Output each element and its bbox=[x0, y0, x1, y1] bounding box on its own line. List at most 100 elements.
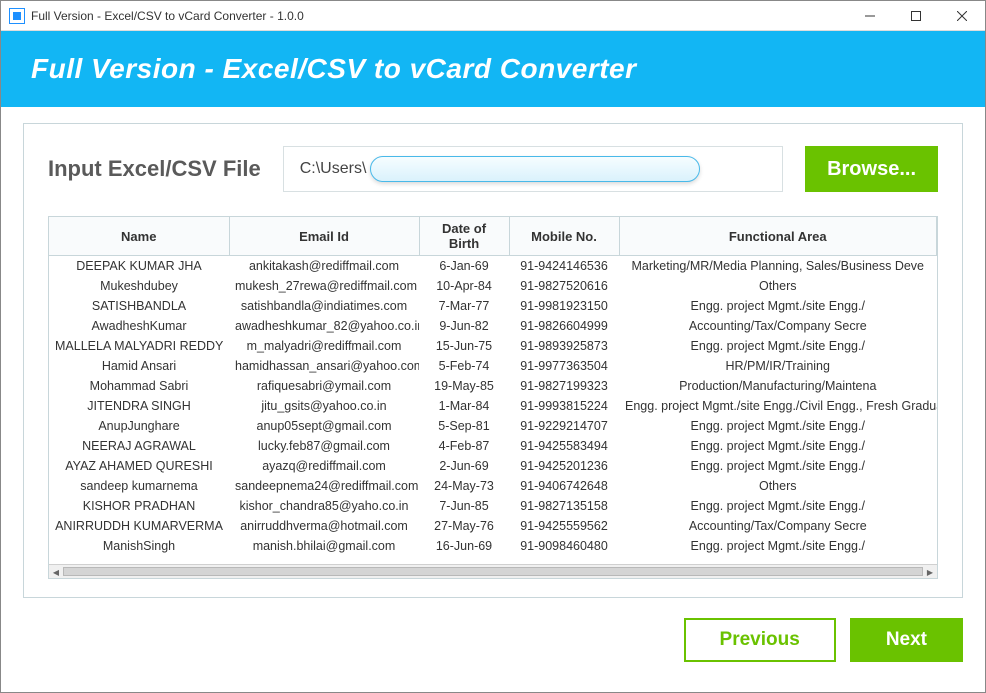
main-panel: Input Excel/CSV File C:\Users\ Browse...… bbox=[23, 123, 963, 598]
cell-func: Engg. project Mgmt./site Engg./ bbox=[619, 296, 937, 316]
minimize-button[interactable] bbox=[847, 1, 893, 31]
table-row[interactable]: AwadheshKumarawadheshkumar_82@yahoo.co.i… bbox=[49, 316, 937, 336]
cell-name: ManishSingh bbox=[49, 536, 229, 556]
col-header-mobile[interactable]: Mobile No. bbox=[509, 217, 619, 256]
cell-dob: 7-Mar-77 bbox=[419, 296, 509, 316]
cell-email: awadheshkumar_82@yahoo.co.in bbox=[229, 316, 419, 336]
col-header-functional[interactable]: Functional Area bbox=[619, 217, 937, 256]
cell-func: Engg. project Mgmt./site Engg./ bbox=[619, 456, 937, 476]
table-row[interactable]: MALLELA MALYADRI REDDYm_malyadri@rediffm… bbox=[49, 336, 937, 356]
cell-dob: 9-Jun-82 bbox=[419, 316, 509, 336]
cell-name: Mohammad Sabri bbox=[49, 376, 229, 396]
table-row[interactable]: JITENDRA SINGHjitu_gsits@yahoo.co.in1-Ma… bbox=[49, 396, 937, 416]
cell-mobile: 91-9425583494 bbox=[509, 436, 619, 456]
cell-email: mukesh_27rewa@rediffmail.com bbox=[229, 276, 419, 296]
cell-mobile: 91-9425201236 bbox=[509, 456, 619, 476]
window-title: Full Version - Excel/CSV to vCard Conver… bbox=[31, 9, 847, 23]
cell-email: hamidhassan_ansari@yahoo.com bbox=[229, 356, 419, 376]
cell-name: AYAZ AHAMED QURESHI bbox=[49, 456, 229, 476]
cell-func: Accounting/Tax/Company Secre bbox=[619, 316, 937, 336]
data-table-container: Name Email Id Date of Birth Mobile No. F… bbox=[48, 216, 938, 579]
cell-name: DEEPAK KUMAR JHA bbox=[49, 256, 229, 277]
cell-dob: 1-Mar-84 bbox=[419, 396, 509, 416]
cell-dob: 24-May-73 bbox=[419, 476, 509, 496]
cell-func: Engg. project Mgmt./site Engg./ bbox=[619, 536, 937, 556]
cell-dob: 10-Apr-84 bbox=[419, 276, 509, 296]
cell-name: MALLELA MALYADRI REDDY bbox=[49, 336, 229, 356]
cell-name: AnupJunghare bbox=[49, 416, 229, 436]
cell-dob: 15-Jun-75 bbox=[419, 336, 509, 356]
cell-email: sandeepnema24@rediffmail.com bbox=[229, 476, 419, 496]
cell-func: Engg. project Mgmt./site Engg./ bbox=[619, 416, 937, 436]
cell-email: jitu_gsits@yahoo.co.in bbox=[229, 396, 419, 416]
cell-email: m_malyadri@rediffmail.com bbox=[229, 336, 419, 356]
cell-dob: 5-Sep-81 bbox=[419, 416, 509, 436]
file-path-prefix: C:\Users\ bbox=[300, 160, 367, 178]
col-header-email[interactable]: Email Id bbox=[229, 217, 419, 256]
file-path-input[interactable]: C:\Users\ bbox=[283, 146, 783, 192]
cell-mobile: 91-9993815224 bbox=[509, 396, 619, 416]
close-button[interactable] bbox=[939, 1, 985, 31]
horizontal-scrollbar[interactable]: ◀ ▶ bbox=[49, 564, 937, 578]
redacted-path bbox=[370, 156, 700, 182]
cell-email: satishbandla@indiatimes.com bbox=[229, 296, 419, 316]
table-scroll[interactable]: Name Email Id Date of Birth Mobile No. F… bbox=[49, 217, 937, 564]
cell-mobile: 91-9827520616 bbox=[509, 276, 619, 296]
table-row[interactable]: NEERAJ AGRAWALlucky.feb87@gmail.com4-Feb… bbox=[49, 436, 937, 456]
table-row[interactable]: KISHOR PRADHANkishor_chandra85@yaho.co.i… bbox=[49, 496, 937, 516]
table-row[interactable]: ManishSinghmanish.bhilai@gmail.com16-Jun… bbox=[49, 536, 937, 556]
cell-func: HR/PM/IR/Training bbox=[619, 356, 937, 376]
cell-mobile: 91-9424146536 bbox=[509, 256, 619, 277]
next-button[interactable]: Next bbox=[850, 618, 963, 662]
header-banner: Full Version - Excel/CSV to vCard Conver… bbox=[1, 31, 985, 107]
cell-mobile: 91-9827199323 bbox=[509, 376, 619, 396]
table-row[interactable]: Mukeshdubeymukesh_27rewa@rediffmail.com1… bbox=[49, 276, 937, 296]
cell-func: Accounting/Tax/Company Secre bbox=[619, 516, 937, 536]
cell-name: Mukeshdubey bbox=[49, 276, 229, 296]
browse-button[interactable]: Browse... bbox=[805, 146, 938, 192]
cell-name: KISHOR PRADHAN bbox=[49, 496, 229, 516]
cell-name: JITENDRA SINGH bbox=[49, 396, 229, 416]
cell-dob: 16-Jun-69 bbox=[419, 536, 509, 556]
cell-func: Engg. project Mgmt./site Engg./ bbox=[619, 436, 937, 456]
previous-button[interactable]: Previous bbox=[684, 618, 836, 662]
cell-mobile: 91-9229214707 bbox=[509, 416, 619, 436]
table-row[interactable]: sandeep kumarnemasandeepnema24@rediffmai… bbox=[49, 476, 937, 496]
table-row[interactable]: SATISHBANDLAsatishbandla@indiatimes.com7… bbox=[49, 296, 937, 316]
col-header-dob[interactable]: Date of Birth bbox=[419, 217, 509, 256]
cell-dob: 4-Feb-87 bbox=[419, 436, 509, 456]
maximize-button[interactable] bbox=[893, 1, 939, 31]
col-header-name[interactable]: Name bbox=[49, 217, 229, 256]
cell-func: Engg. project Mgmt./site Engg./ bbox=[619, 496, 937, 516]
cell-name: NEERAJ AGRAWAL bbox=[49, 436, 229, 456]
scroll-right-icon[interactable]: ▶ bbox=[923, 565, 937, 579]
input-file-label: Input Excel/CSV File bbox=[48, 156, 261, 182]
cell-email: rafiquesabri@ymail.com bbox=[229, 376, 419, 396]
footer-buttons: Previous Next bbox=[23, 618, 963, 662]
cell-email: lucky.feb87@gmail.com bbox=[229, 436, 419, 456]
table-row[interactable]: ANIRRUDDH KUMARVERMAanirruddhverma@hotma… bbox=[49, 516, 937, 536]
scroll-left-icon[interactable]: ◀ bbox=[49, 565, 63, 579]
table-row[interactable]: Hamid Ansarihamidhassan_ansari@yahoo.com… bbox=[49, 356, 937, 376]
cell-func: Marketing/MR/Media Planning, Sales/Busin… bbox=[619, 256, 937, 277]
cell-email: ankitakash@rediffmail.com bbox=[229, 256, 419, 277]
cell-email: manish.bhilai@gmail.com bbox=[229, 536, 419, 556]
table-row[interactable]: AYAZ AHAMED QURESHIayazq@rediffmail.com2… bbox=[49, 456, 937, 476]
cell-func: Others bbox=[619, 276, 937, 296]
cell-mobile: 91-9981923150 bbox=[509, 296, 619, 316]
cell-func: Engg. project Mgmt./site Engg./Civil Eng… bbox=[619, 396, 937, 416]
table-header-row: Name Email Id Date of Birth Mobile No. F… bbox=[49, 217, 937, 256]
cell-mobile: 91-9098460480 bbox=[509, 536, 619, 556]
app-icon bbox=[9, 8, 25, 24]
cell-name: SATISHBANDLA bbox=[49, 296, 229, 316]
cell-email: anup05sept@gmail.com bbox=[229, 416, 419, 436]
cell-dob: 6-Jan-69 bbox=[419, 256, 509, 277]
cell-name: sandeep kumarnema bbox=[49, 476, 229, 496]
cell-mobile: 91-9425559562 bbox=[509, 516, 619, 536]
table-row[interactable]: Mohammad Sabrirafiquesabri@ymail.com19-M… bbox=[49, 376, 937, 396]
table-row[interactable]: AnupJunghareanup05sept@gmail.com5-Sep-81… bbox=[49, 416, 937, 436]
data-table: Name Email Id Date of Birth Mobile No. F… bbox=[49, 217, 937, 556]
cell-dob: 5-Feb-74 bbox=[419, 356, 509, 376]
table-row[interactable]: DEEPAK KUMAR JHAankitakash@rediffmail.co… bbox=[49, 256, 937, 277]
cell-email: ayazq@rediffmail.com bbox=[229, 456, 419, 476]
